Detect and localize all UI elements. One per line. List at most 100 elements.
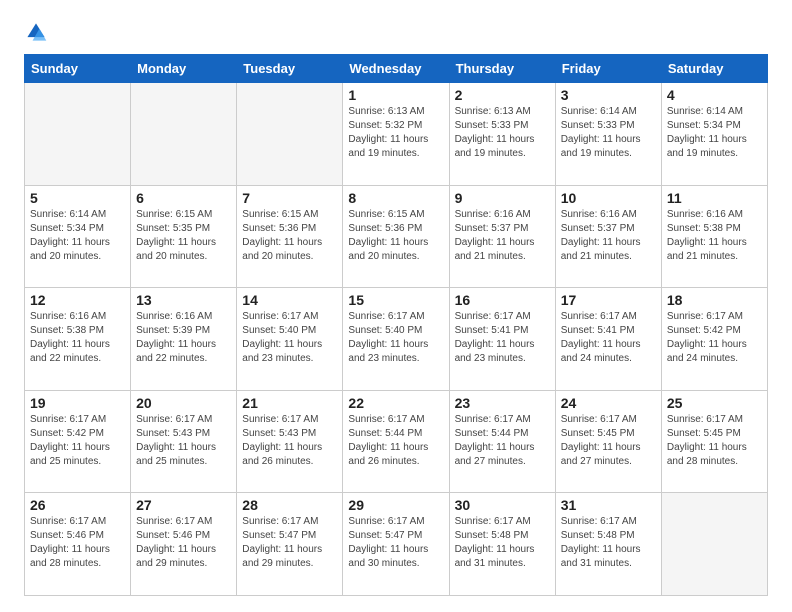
day-number: 3 xyxy=(561,87,656,103)
day-number: 20 xyxy=(136,395,231,411)
day-info: Sunrise: 6:17 AM Sunset: 5:47 PM Dayligh… xyxy=(348,515,443,571)
day-info: Sunrise: 6:17 AM Sunset: 5:40 PM Dayligh… xyxy=(242,310,337,366)
day-info: Sunrise: 6:17 AM Sunset: 5:41 PM Dayligh… xyxy=(455,310,550,366)
day-number: 5 xyxy=(30,190,125,206)
day-info: Sunrise: 6:17 AM Sunset: 5:46 PM Dayligh… xyxy=(30,515,125,571)
day-info: Sunrise: 6:14 AM Sunset: 5:34 PM Dayligh… xyxy=(667,105,762,161)
day-info: Sunrise: 6:17 AM Sunset: 5:45 PM Dayligh… xyxy=(667,413,762,469)
logo-icon xyxy=(24,20,48,44)
day-number: 26 xyxy=(30,497,125,513)
day-number: 7 xyxy=(242,190,337,206)
day-number: 22 xyxy=(348,395,443,411)
calendar-cell: 25 Sunrise: 6:17 AM Sunset: 5:45 PM Dayli… xyxy=(661,390,767,493)
calendar-cell: 3 Sunrise: 6:14 AM Sunset: 5:33 PM Daylig… xyxy=(555,83,661,186)
calendar-cell: 12 Sunrise: 6:16 AM Sunset: 5:38 PM Dayli… xyxy=(25,288,131,391)
day-number: 15 xyxy=(348,292,443,308)
day-number: 8 xyxy=(348,190,443,206)
day-number: 10 xyxy=(561,190,656,206)
calendar-cell: 20 Sunrise: 6:17 AM Sunset: 5:43 PM Dayli… xyxy=(131,390,237,493)
day-number: 19 xyxy=(30,395,125,411)
day-number: 13 xyxy=(136,292,231,308)
weekday-header-monday: Monday xyxy=(131,55,237,83)
day-info: Sunrise: 6:17 AM Sunset: 5:42 PM Dayligh… xyxy=(30,413,125,469)
calendar-cell: 26 Sunrise: 6:17 AM Sunset: 5:46 PM Dayli… xyxy=(25,493,131,596)
day-number: 23 xyxy=(455,395,550,411)
day-info: Sunrise: 6:17 AM Sunset: 5:46 PM Dayligh… xyxy=(136,515,231,571)
day-info: Sunrise: 6:14 AM Sunset: 5:33 PM Dayligh… xyxy=(561,105,656,161)
day-info: Sunrise: 6:15 AM Sunset: 5:36 PM Dayligh… xyxy=(242,208,337,264)
day-info: Sunrise: 6:14 AM Sunset: 5:34 PM Dayligh… xyxy=(30,208,125,264)
calendar-cell: 18 Sunrise: 6:17 AM Sunset: 5:42 PM Dayli… xyxy=(661,288,767,391)
header xyxy=(24,20,768,44)
day-number: 16 xyxy=(455,292,550,308)
weekday-header-saturday: Saturday xyxy=(661,55,767,83)
calendar-cell: 13 Sunrise: 6:16 AM Sunset: 5:39 PM Dayli… xyxy=(131,288,237,391)
day-info: Sunrise: 6:15 AM Sunset: 5:36 PM Dayligh… xyxy=(348,208,443,264)
calendar-cell xyxy=(661,493,767,596)
week-row-2: 12 Sunrise: 6:16 AM Sunset: 5:38 PM Dayli… xyxy=(25,288,768,391)
calendar-cell: 8 Sunrise: 6:15 AM Sunset: 5:36 PM Daylig… xyxy=(343,185,449,288)
day-info: Sunrise: 6:13 AM Sunset: 5:32 PM Dayligh… xyxy=(348,105,443,161)
day-info: Sunrise: 6:15 AM Sunset: 5:35 PM Dayligh… xyxy=(136,208,231,264)
day-info: Sunrise: 6:16 AM Sunset: 5:38 PM Dayligh… xyxy=(30,310,125,366)
day-info: Sunrise: 6:17 AM Sunset: 5:42 PM Dayligh… xyxy=(667,310,762,366)
calendar-cell xyxy=(131,83,237,186)
day-number: 21 xyxy=(242,395,337,411)
calendar-cell: 4 Sunrise: 6:14 AM Sunset: 5:34 PM Daylig… xyxy=(661,83,767,186)
weekday-header-row: SundayMondayTuesdayWednesdayThursdayFrid… xyxy=(25,55,768,83)
weekday-header-sunday: Sunday xyxy=(25,55,131,83)
calendar-cell: 29 Sunrise: 6:17 AM Sunset: 5:47 PM Dayli… xyxy=(343,493,449,596)
day-info: Sunrise: 6:16 AM Sunset: 5:38 PM Dayligh… xyxy=(667,208,762,264)
calendar-cell: 22 Sunrise: 6:17 AM Sunset: 5:44 PM Dayli… xyxy=(343,390,449,493)
calendar-cell: 28 Sunrise: 6:17 AM Sunset: 5:47 PM Dayli… xyxy=(237,493,343,596)
week-row-4: 26 Sunrise: 6:17 AM Sunset: 5:46 PM Dayli… xyxy=(25,493,768,596)
calendar-cell: 10 Sunrise: 6:16 AM Sunset: 5:37 PM Dayli… xyxy=(555,185,661,288)
week-row-1: 5 Sunrise: 6:14 AM Sunset: 5:34 PM Daylig… xyxy=(25,185,768,288)
day-number: 4 xyxy=(667,87,762,103)
day-number: 29 xyxy=(348,497,443,513)
day-number: 17 xyxy=(561,292,656,308)
weekday-header-wednesday: Wednesday xyxy=(343,55,449,83)
day-number: 18 xyxy=(667,292,762,308)
day-info: Sunrise: 6:16 AM Sunset: 5:37 PM Dayligh… xyxy=(455,208,550,264)
calendar-table: SundayMondayTuesdayWednesdayThursdayFrid… xyxy=(24,54,768,596)
calendar-cell: 27Sunrise: 6:17 AM Sunset: 5:46 PM Dayli… xyxy=(131,493,237,596)
day-info: Sunrise: 6:16 AM Sunset: 5:37 PM Dayligh… xyxy=(561,208,656,264)
calendar-cell: 5 Sunrise: 6:14 AM Sunset: 5:34 PM Daylig… xyxy=(25,185,131,288)
day-info: Sunrise: 6:17 AM Sunset: 5:44 PM Dayligh… xyxy=(455,413,550,469)
day-info: Sunrise: 6:17 AM Sunset: 5:43 PM Dayligh… xyxy=(242,413,337,469)
weekday-header-friday: Friday xyxy=(555,55,661,83)
day-number: 1 xyxy=(348,87,443,103)
calendar-cell: 15 Sunrise: 6:17 AM Sunset: 5:40 PM Dayli… xyxy=(343,288,449,391)
day-info: Sunrise: 6:17 AM Sunset: 5:48 PM Dayligh… xyxy=(455,515,550,571)
day-info: Sunrise: 6:17 AM Sunset: 5:44 PM Dayligh… xyxy=(348,413,443,469)
calendar-cell: 31Sunrise: 6:17 AM Sunset: 5:48 PM Dayli… xyxy=(555,493,661,596)
day-info: Sunrise: 6:13 AM Sunset: 5:33 PM Dayligh… xyxy=(455,105,550,161)
day-number: 12 xyxy=(30,292,125,308)
day-info: Sunrise: 6:17 AM Sunset: 5:40 PM Dayligh… xyxy=(348,310,443,366)
calendar-cell: 2 Sunrise: 6:13 AM Sunset: 5:33 PM Daylig… xyxy=(449,83,555,186)
day-number: 25 xyxy=(667,395,762,411)
week-row-0: 1 Sunrise: 6:13 AM Sunset: 5:32 PM Daylig… xyxy=(25,83,768,186)
day-info: Sunrise: 6:17 AM Sunset: 5:47 PM Dayligh… xyxy=(242,515,337,571)
day-number: 28 xyxy=(242,497,337,513)
day-info: Sunrise: 6:17 AM Sunset: 5:43 PM Dayligh… xyxy=(136,413,231,469)
calendar-cell xyxy=(25,83,131,186)
day-number: 24 xyxy=(561,395,656,411)
day-number: 6 xyxy=(136,190,231,206)
calendar-cell: 7 Sunrise: 6:15 AM Sunset: 5:36 PM Daylig… xyxy=(237,185,343,288)
calendar-cell: 1 Sunrise: 6:13 AM Sunset: 5:32 PM Daylig… xyxy=(343,83,449,186)
calendar-cell: 16 Sunrise: 6:17 AM Sunset: 5:41 PM Dayli… xyxy=(449,288,555,391)
calendar-cell: 21 Sunrise: 6:17 AM Sunset: 5:43 PM Dayli… xyxy=(237,390,343,493)
calendar-cell: 23 Sunrise: 6:17 AM Sunset: 5:44 PM Dayli… xyxy=(449,390,555,493)
day-number: 2 xyxy=(455,87,550,103)
day-info: Sunrise: 6:16 AM Sunset: 5:39 PM Dayligh… xyxy=(136,310,231,366)
calendar-cell: 14Sunrise: 6:17 AM Sunset: 5:40 PM Dayli… xyxy=(237,288,343,391)
calendar-cell: 24Sunrise: 6:17 AM Sunset: 5:45 PM Dayli… xyxy=(555,390,661,493)
calendar-cell: 11 Sunrise: 6:16 AM Sunset: 5:38 PM Dayli… xyxy=(661,185,767,288)
day-info: Sunrise: 6:17 AM Sunset: 5:41 PM Dayligh… xyxy=(561,310,656,366)
weekday-header-tuesday: Tuesday xyxy=(237,55,343,83)
calendar-cell: 6 Sunrise: 6:15 AM Sunset: 5:35 PM Daylig… xyxy=(131,185,237,288)
day-number: 11 xyxy=(667,190,762,206)
calendar-cell: 9Sunrise: 6:16 AM Sunset: 5:37 PM Daylig… xyxy=(449,185,555,288)
